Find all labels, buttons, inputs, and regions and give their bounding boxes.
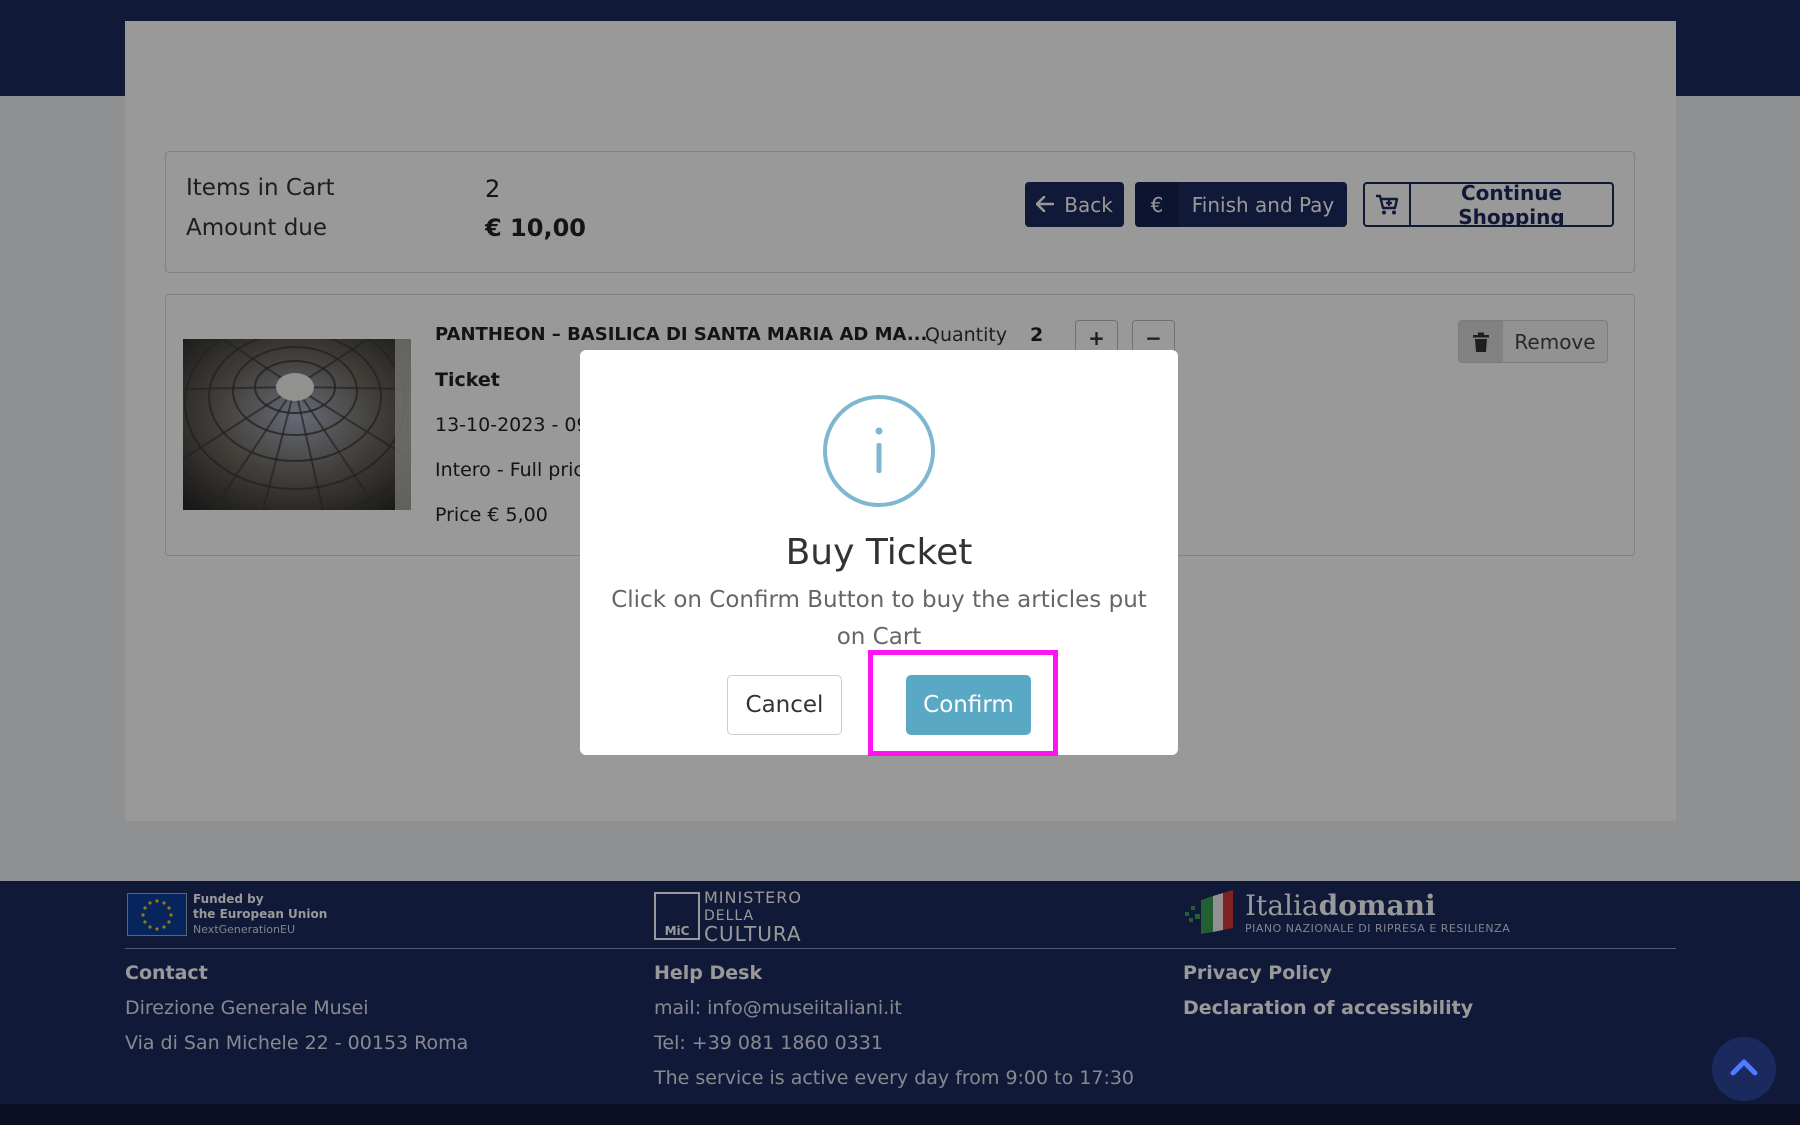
cancel-button[interactable]: Cancel [727,675,842,735]
info-icon [823,395,935,507]
chevron-up-icon [1730,1057,1758,1081]
dialog-message: Click on Confirm Button to buy the artic… [611,587,1147,650]
dialog-title: Buy Ticket [785,532,973,573]
scroll-to-top-button[interactable] [1712,1037,1776,1101]
confirm-highlight-frame [868,650,1058,756]
